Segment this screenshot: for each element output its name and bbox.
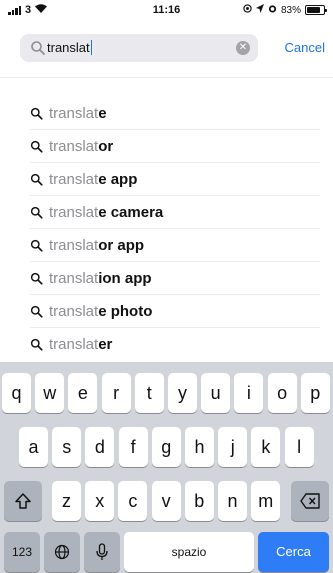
key-l[interactable]: l (284, 427, 314, 467)
search-input[interactable]: translat ✕ (20, 34, 258, 62)
search-icon (30, 272, 43, 285)
key-b[interactable]: b (184, 481, 214, 521)
suggestion-typed-text: translat (49, 302, 99, 320)
suggestion-list: translat e translat or translat e app translat… (30, 97, 320, 361)
key-s[interactable]: s (52, 427, 82, 467)
clear-icon[interactable]: ✕ (236, 41, 250, 55)
suggestion-completion-text: er (98, 336, 113, 353)
key-r[interactable]: r (101, 373, 131, 413)
key-h[interactable]: h (185, 427, 214, 467)
status-bar: 3 11:16 83% (0, 0, 333, 22)
suggestion-item[interactable]: translat e (30, 97, 320, 130)
globe-icon (54, 544, 70, 560)
search-icon (30, 206, 43, 219)
suggestion-item[interactable]: translat ion app (30, 262, 320, 295)
key-j[interactable]: j (218, 427, 248, 467)
suggestion-completion-text: e app (98, 170, 138, 188)
keyboard-row-4: 123 spazio Cerca (0, 532, 333, 572)
text-cursor (90, 40, 93, 55)
navigation-arrow-icon (255, 4, 264, 16)
suggestion-completion-text: or (98, 137, 114, 155)
search-icon (30, 107, 43, 120)
key-f[interactable]: f (118, 427, 148, 467)
search-row: translat ✕ Cancel (20, 34, 325, 62)
keyboard-row-2: asdfghjkl (0, 427, 333, 467)
globe-key[interactable] (44, 532, 80, 572)
key-d[interactable]: d (85, 427, 115, 467)
suggestion-typed-text: translat (49, 104, 99, 122)
suggestion-item[interactable]: translat or (30, 130, 320, 163)
key-m[interactable]: m (251, 481, 281, 521)
delete-key[interactable] (291, 481, 329, 521)
suggestion-completion-text: ion app (98, 269, 152, 287)
key-e[interactable]: e (68, 373, 98, 413)
suggestion-completion-text: or app (98, 236, 145, 254)
search-query: translat (47, 40, 93, 55)
suggestion-completion-text: e (98, 104, 107, 122)
suggestion-item[interactable]: translat or app (30, 229, 320, 262)
key-c[interactable]: c (118, 481, 148, 521)
search-icon (30, 338, 43, 351)
key-u[interactable]: u (201, 373, 231, 413)
suggestion-item[interactable]: translat e photo (30, 295, 320, 328)
keyboard: qwertyuiop asdfghjkl zxcvbnm 123 spazio … (0, 362, 333, 573)
suggestion-item[interactable]: translat e camera (30, 196, 320, 229)
keyboard-row-3: zxcvbnm (0, 481, 333, 521)
microphone-icon (96, 543, 108, 560)
suggestion-completion-text: e photo (98, 302, 153, 320)
search-icon (30, 140, 43, 153)
divider (0, 77, 333, 78)
suggestion-typed-text: translat (49, 236, 99, 254)
battery-percent: 83% (280, 4, 301, 16)
key-v[interactable]: v (151, 481, 181, 521)
keyboard-row-1: qwertyuiop (0, 373, 333, 413)
shift-key[interactable] (4, 481, 42, 521)
alarm-icon (268, 4, 277, 16)
key-w[interactable]: w (35, 373, 65, 413)
suggestion-typed-text: translat (49, 269, 99, 287)
dictation-key[interactable] (84, 532, 120, 572)
key-t[interactable]: t (134, 373, 164, 413)
suggestion-item[interactable]: translat e app (30, 163, 320, 196)
cancel-button[interactable]: Cancel (285, 40, 325, 55)
suggestion-typed-text: translat (49, 137, 99, 155)
key-n[interactable]: n (218, 481, 247, 521)
suggestion-typed-text: translat (49, 170, 99, 188)
search-icon (30, 239, 43, 252)
key-a[interactable]: a (19, 427, 48, 467)
search-icon (30, 173, 43, 186)
key-y[interactable]: y (168, 373, 197, 413)
battery-icon (305, 5, 327, 15)
suggestion-item[interactable]: translat er (30, 328, 320, 361)
search-return-key[interactable]: Cerca (258, 532, 329, 572)
suggestion-completion-text: e camera (98, 203, 164, 221)
search-icon (31, 41, 45, 55)
key-g[interactable]: g (151, 427, 181, 467)
key-i[interactable]: i (234, 373, 264, 413)
key-p[interactable]: p (300, 373, 330, 413)
numbers-key[interactable]: 123 (4, 532, 40, 572)
key-k[interactable]: k (251, 427, 281, 467)
search-icon (30, 305, 43, 318)
suggestion-typed-text: translat (49, 203, 99, 221)
key-z[interactable]: z (52, 481, 81, 521)
status-right: 83% (243, 4, 327, 16)
location-icon (243, 4, 252, 16)
space-key[interactable]: spazio (124, 532, 254, 572)
suggestion-typed-text: translat (49, 336, 99, 353)
key-q[interactable]: q (2, 373, 31, 413)
key-x[interactable]: x (85, 481, 115, 521)
key-o[interactable]: o (267, 373, 297, 413)
